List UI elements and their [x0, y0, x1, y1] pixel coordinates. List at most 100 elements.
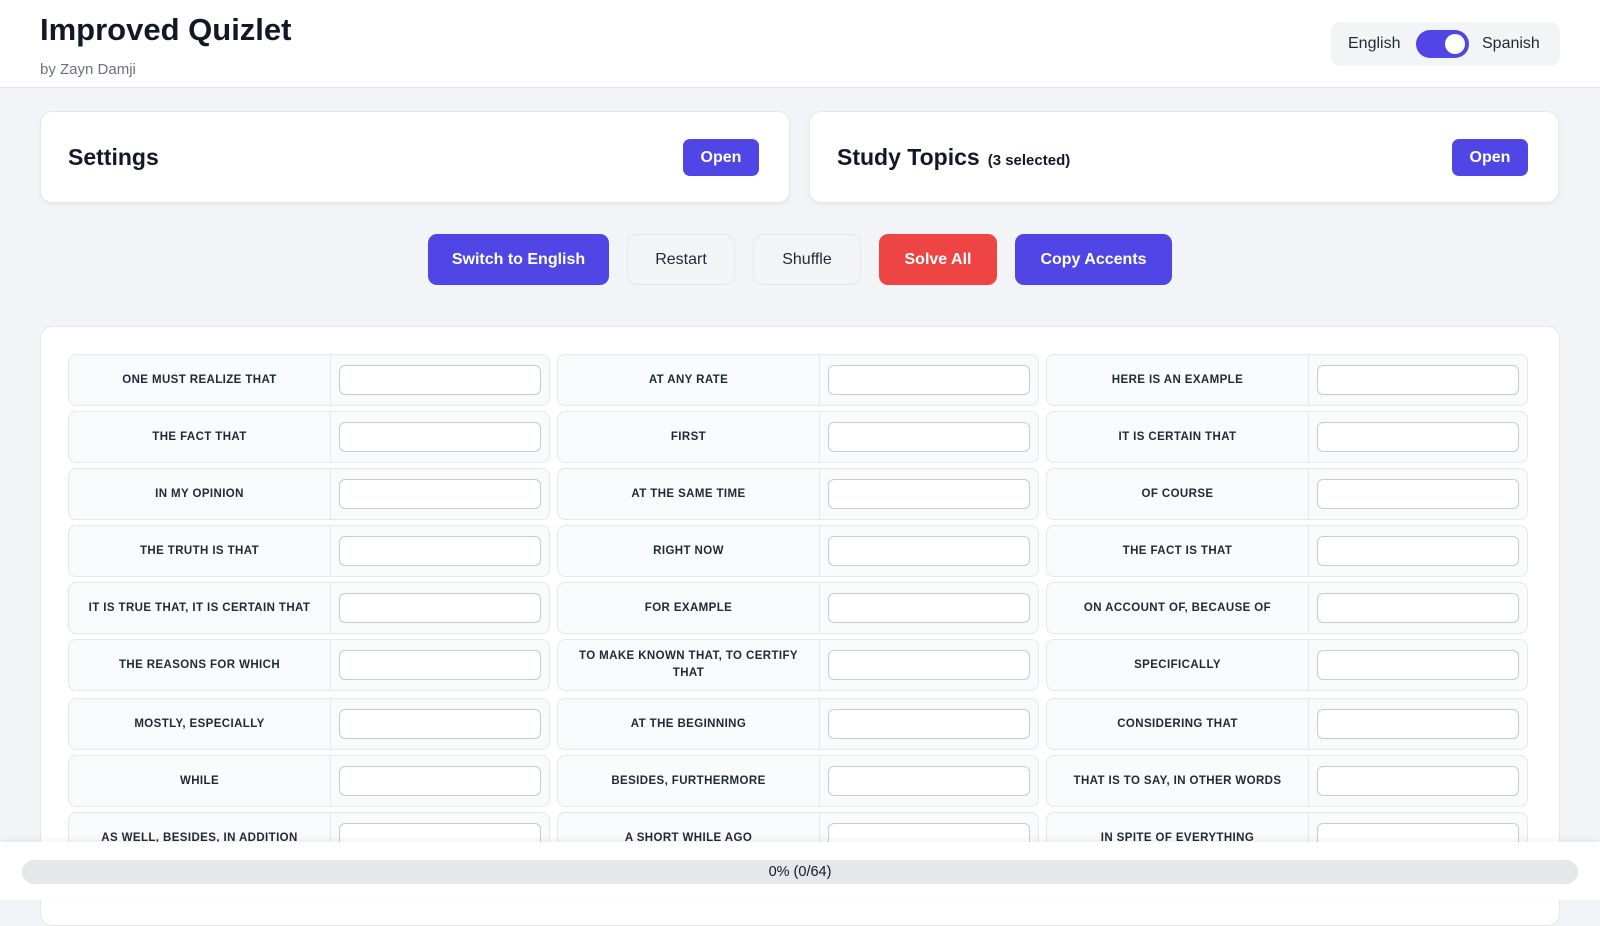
answer-input[interactable] [339, 709, 541, 739]
answer-input[interactable] [828, 709, 1030, 739]
term-label: IN MY OPINION [69, 469, 331, 519]
shuffle-button[interactable]: Shuffle [753, 234, 861, 285]
quiz-card: ONE MUST REALIZE THAT [68, 354, 550, 406]
term-label: FOR EXAMPLE [558, 583, 820, 633]
answer-input[interactable] [339, 422, 541, 452]
quiz-card: CONSIDERING THAT [1046, 698, 1528, 750]
language-toggle: English Spanish [1331, 22, 1560, 66]
settings-open-button[interactable]: Open [683, 139, 759, 176]
answer-wrapper [1309, 640, 1527, 690]
answer-wrapper [1309, 756, 1527, 806]
term-label: IT IS CERTAIN THAT [1047, 412, 1309, 462]
answer-input[interactable] [339, 766, 541, 796]
term-label: CONSIDERING THAT [1047, 699, 1309, 749]
answer-input[interactable] [1317, 422, 1519, 452]
term-label: OF COURSE [1047, 469, 1309, 519]
progress-bar-container: 0% (0/64) [0, 842, 1600, 900]
restart-button[interactable]: Restart [627, 234, 735, 285]
quiz-card: AT ANY RATE [557, 354, 1039, 406]
quiz-card: RIGHT NOW [557, 525, 1039, 577]
term-label: WHILE [69, 756, 331, 806]
switch-language-button[interactable]: Switch to English [428, 234, 609, 285]
selected-count: (3 selected) [987, 152, 1071, 169]
term-label: THAT IS TO SAY, IN OTHER WORDS [1047, 756, 1309, 806]
answer-input[interactable] [828, 650, 1030, 680]
answer-wrapper [331, 469, 549, 519]
answer-input[interactable] [828, 766, 1030, 796]
language-english-label: English [1348, 35, 1401, 52]
answer-wrapper [331, 412, 549, 462]
term-label: SPECIFICALLY [1047, 640, 1309, 690]
term-label: AT THE BEGINNING [558, 699, 820, 749]
quiz-card: FOR EXAMPLE [557, 582, 1039, 634]
answer-wrapper [331, 756, 549, 806]
answer-input[interactable] [828, 593, 1030, 623]
answer-input[interactable] [339, 593, 541, 623]
answer-wrapper [820, 355, 1038, 405]
answer-wrapper [1309, 412, 1527, 462]
answer-wrapper [820, 756, 1038, 806]
answer-input[interactable] [1317, 536, 1519, 566]
answer-wrapper [331, 526, 549, 576]
answer-wrapper [1309, 469, 1527, 519]
answer-wrapper [331, 699, 549, 749]
answer-wrapper [331, 583, 549, 633]
answer-wrapper [820, 699, 1038, 749]
answer-input[interactable] [828, 479, 1030, 509]
quiz-card: MOSTLY, ESPECIALLY [68, 698, 550, 750]
study-topics-open-button[interactable]: Open [1452, 139, 1528, 176]
answer-wrapper [1309, 583, 1527, 633]
app-title: Improved Quizlet [40, 12, 292, 47]
quiz-card: IT IS CERTAIN THAT [1046, 411, 1528, 463]
language-switch[interactable] [1416, 30, 1469, 58]
quiz-card: WHILE [68, 755, 550, 807]
answer-input[interactable] [828, 536, 1030, 566]
quiz-card: AT THE BEGINNING [557, 698, 1039, 750]
answer-wrapper [820, 412, 1038, 462]
answer-input[interactable] [1317, 593, 1519, 623]
study-topics-card: Study Topics (3 selected) Open [809, 111, 1559, 203]
answer-input[interactable] [828, 422, 1030, 452]
answer-wrapper [820, 469, 1038, 519]
quiz-card: HERE IS AN EXAMPLE [1046, 354, 1528, 406]
answer-input[interactable] [339, 479, 541, 509]
term-label: HERE IS AN EXAMPLE [1047, 355, 1309, 405]
language-spanish-label: Spanish [1482, 35, 1540, 52]
quiz-card: TO MAKE KNOWN THAT, TO CERTIFY THAT [557, 639, 1039, 691]
quiz-card: FIRST [557, 411, 1039, 463]
quiz-card: BESIDES, FURTHERMORE [557, 755, 1039, 807]
term-label: IT IS TRUE THAT, IT IS CERTAIN THAT [69, 583, 331, 633]
answer-input[interactable] [339, 536, 541, 566]
term-label: THE FACT THAT [69, 412, 331, 462]
answer-input[interactable] [1317, 709, 1519, 739]
quiz-card: THE TRUTH IS THAT [68, 525, 550, 577]
solve-all-button[interactable]: Solve All [879, 234, 997, 285]
answer-input[interactable] [339, 365, 541, 395]
answer-wrapper [820, 583, 1038, 633]
quiz-card: THE FACT THAT [68, 411, 550, 463]
quiz-card: OF COURSE [1046, 468, 1528, 520]
term-label: MOSTLY, ESPECIALLY [69, 699, 331, 749]
settings-card: Settings Open [40, 111, 790, 203]
answer-input[interactable] [1317, 479, 1519, 509]
answer-input[interactable] [1317, 766, 1519, 796]
study-topics-title: Study Topics (3 selected) [837, 144, 1070, 171]
term-label: THE FACT IS THAT [1047, 526, 1309, 576]
answer-input[interactable] [1317, 650, 1519, 680]
progress-text: 0% (0/64) [768, 864, 832, 880]
answer-input[interactable] [828, 365, 1030, 395]
quiz-card: ON ACCOUNT OF, BECAUSE OF [1046, 582, 1528, 634]
quiz-card: IN MY OPINION [68, 468, 550, 520]
answer-wrapper [331, 640, 549, 690]
term-label: ON ACCOUNT OF, BECAUSE OF [1047, 583, 1309, 633]
study-topics-label: Study Topics [837, 144, 980, 170]
quiz-card: SPECIFICALLY [1046, 639, 1528, 691]
switch-knob [1445, 34, 1465, 54]
answer-wrapper [1309, 699, 1527, 749]
answer-input[interactable] [339, 650, 541, 680]
copy-accents-button[interactable]: Copy Accents [1015, 234, 1172, 285]
top-bar: Improved Quizlet by Zayn Damji English S… [0, 0, 1600, 88]
action-bar: Switch to English Restart Shuffle Solve … [0, 234, 1600, 286]
term-label: TO MAKE KNOWN THAT, TO CERTIFY THAT [558, 640, 820, 690]
answer-input[interactable] [1317, 365, 1519, 395]
